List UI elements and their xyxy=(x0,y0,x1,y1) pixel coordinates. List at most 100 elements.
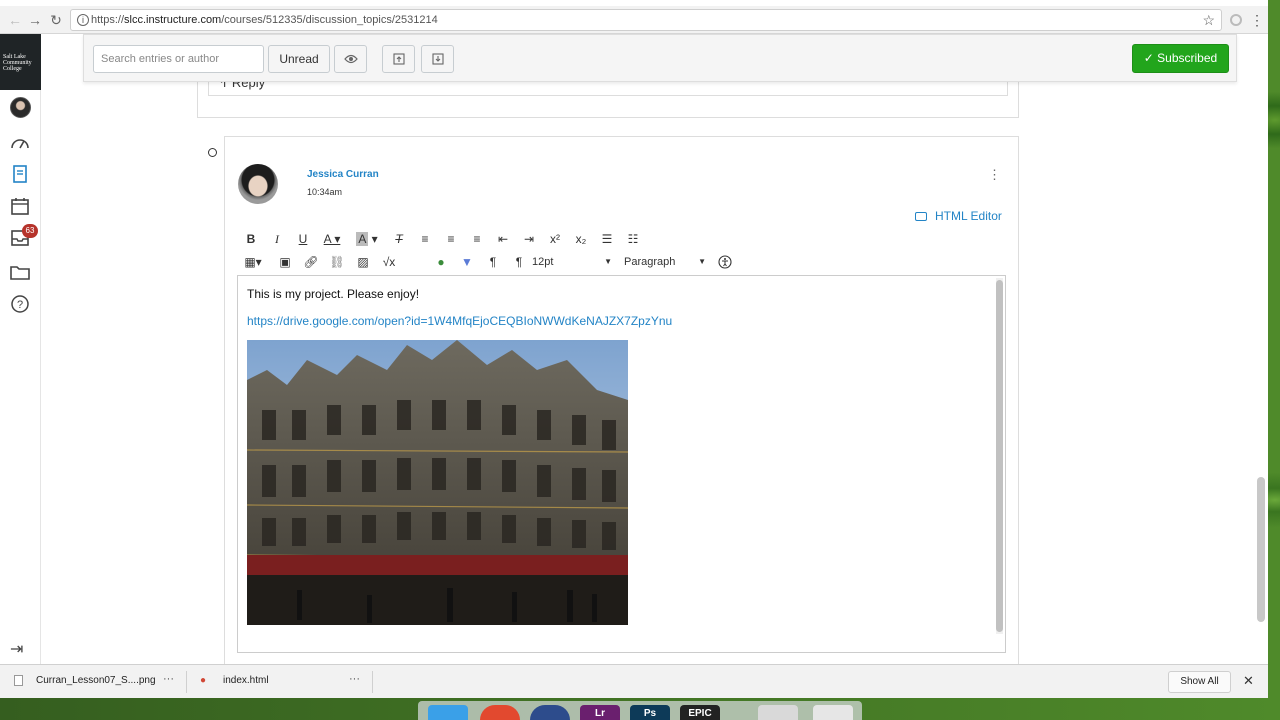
dropdown-app-icon[interactable]: ▼ xyxy=(459,252,475,272)
calendar-icon[interactable] xyxy=(8,194,32,218)
url-domain: slcc.instructure.com xyxy=(124,14,222,26)
align-left-icon[interactable]: ≡ xyxy=(417,229,433,249)
entry-body-text[interactable]: This is my project. Please enjoy! xyxy=(247,287,419,301)
numbered-list-icon[interactable]: ☷ xyxy=(625,229,641,249)
ltr-paragraph-icon[interactable]: ¶ xyxy=(485,252,501,272)
trash-icon[interactable] xyxy=(813,705,853,720)
download-item-png[interactable]: Curran_Lesson07_S....png xyxy=(36,675,156,686)
previous-entry: ↰ Reply xyxy=(197,82,1019,118)
page-scrollbar[interactable] xyxy=(1257,477,1265,622)
entry-options-icon[interactable]: ⋮ xyxy=(988,167,1001,183)
reply-label: Reply xyxy=(231,82,266,90)
download-shelf: Curran_Lesson07_S....png ··· ● index.htm… xyxy=(0,664,1268,698)
rtl-paragraph-icon[interactable]: ¶ xyxy=(511,252,527,272)
drive-link[interactable]: https://drive.google.com/open?id=1W4MfqE… xyxy=(247,314,672,328)
discussion-toolbar: Unread ✓ Subscribed xyxy=(83,34,1237,82)
align-center-icon[interactable]: ≡ xyxy=(443,229,459,249)
background-color-icon[interactable]: A ▾ xyxy=(354,229,380,249)
html-editor-toggle[interactable]: HTML Editor xyxy=(915,209,1002,223)
outdent-icon[interactable]: ⇤ xyxy=(495,229,511,249)
browser-menu-icon[interactable]: ⋮ xyxy=(1250,12,1264,29)
subscribed-button[interactable]: ✓ Subscribed xyxy=(1132,44,1229,73)
url-path: /courses/512335/discussion_topics/253121… xyxy=(221,14,438,26)
font-size-value: 12pt xyxy=(532,256,554,268)
address-bar: ← → ↻ i https://slcc.instructure.com/cou… xyxy=(0,6,1268,34)
eye-icon xyxy=(343,53,358,67)
editor-scrollbar[interactable] xyxy=(996,280,1003,632)
download-item-html[interactable]: index.html xyxy=(223,675,269,686)
finder-icon[interactable] xyxy=(428,705,468,720)
chrome-icon[interactable] xyxy=(480,705,520,720)
bulleted-list-icon[interactable]: ☰ xyxy=(599,229,615,249)
underline-icon[interactable]: U xyxy=(295,229,311,249)
document-stack-icon[interactable] xyxy=(758,705,798,720)
read-state-indicator[interactable] xyxy=(208,148,217,157)
reply-button[interactable]: ↰ Reply xyxy=(208,82,1008,96)
image-icon[interactable]: ▨ xyxy=(355,252,371,272)
apps-icon[interactable]: ● xyxy=(433,252,449,272)
extension-icon[interactable] xyxy=(1230,14,1242,26)
download-options-icon[interactable]: ··· xyxy=(163,673,174,685)
png-file-icon xyxy=(14,675,23,686)
html-editor-label: HTML Editor xyxy=(935,209,1002,223)
keyboard-icon xyxy=(915,212,927,222)
url-prefix: https:// xyxy=(91,14,125,26)
url-input[interactable]: i https://slcc.instructure.com/courses/5… xyxy=(70,9,1222,31)
grand-place-photo[interactable] xyxy=(247,340,628,625)
font-size-select[interactable]: 12pt ▼ xyxy=(532,252,612,272)
svg-text:?: ? xyxy=(17,299,23,311)
download-separator xyxy=(372,671,373,693)
chrome-file-icon: ● xyxy=(200,675,207,686)
browser-app-icon[interactable] xyxy=(530,705,570,720)
block-format-value: Paragraph xyxy=(624,256,676,268)
block-format-select[interactable]: Paragraph ▼ xyxy=(624,252,706,272)
align-right-icon[interactable]: ≡ xyxy=(469,229,485,249)
bold-icon[interactable]: B xyxy=(243,229,259,249)
lightroom-icon[interactable]: Lr xyxy=(580,705,620,720)
reload-icon[interactable]: ↻ xyxy=(47,11,65,29)
courses-icon[interactable] xyxy=(8,162,32,186)
clear-formatting-icon[interactable]: T xyxy=(391,229,407,249)
block-format-caret-icon: ▼ xyxy=(698,257,706,266)
discussion-entry: Jessica Curran 10:34am ⋮ HTML Editor B I… xyxy=(224,136,1019,664)
close-shelf-icon[interactable]: ✕ xyxy=(1243,673,1254,689)
download-options-icon[interactable]: ··· xyxy=(349,673,360,685)
back-arrow-icon[interactable]: ← xyxy=(6,11,24,29)
show-unread-toggle[interactable] xyxy=(334,45,367,73)
link-icon[interactable]: 🔗︎ xyxy=(303,252,319,272)
url-text: https://slcc.instructure.com/courses/512… xyxy=(91,14,438,26)
account-avatar[interactable] xyxy=(10,97,31,118)
show-all-downloads-button[interactable]: Show All xyxy=(1168,671,1231,693)
forward-arrow-icon[interactable]: → xyxy=(26,11,44,29)
search-entries-input[interactable] xyxy=(93,45,264,73)
font-size-caret-icon: ▼ xyxy=(604,257,612,266)
accessibility-checker-icon[interactable] xyxy=(717,252,733,272)
equation-icon[interactable]: √x xyxy=(381,252,397,272)
rich-text-editor[interactable]: This is my project. Please enjoy! https:… xyxy=(237,275,1006,653)
author-name[interactable]: Jessica Curran xyxy=(307,169,379,180)
unread-filter-button[interactable]: Unread xyxy=(268,45,330,73)
italic-icon[interactable]: I xyxy=(269,229,285,249)
folder-icon[interactable] xyxy=(8,260,32,284)
indent-icon[interactable]: ⇥ xyxy=(521,229,537,249)
text-color-icon[interactable]: A ▾ xyxy=(319,229,345,249)
collapse-nav-icon[interactable]: ⇥ xyxy=(10,639,23,659)
inbox-unread-badge: 63 xyxy=(22,224,38,238)
media-icon[interactable]: ▣ xyxy=(277,252,293,272)
bookmark-star-icon[interactable]: ☆ xyxy=(1202,12,1215,29)
subscript-icon[interactable]: x₂ xyxy=(573,229,589,249)
epic-app-icon[interactable]: EPIC xyxy=(680,705,720,720)
info-icon[interactable]: i xyxy=(77,14,89,26)
photoshop-icon[interactable]: Ps xyxy=(630,705,670,720)
expand-replies-button[interactable] xyxy=(421,45,454,73)
dashboard-icon[interactable] xyxy=(8,130,32,154)
author-avatar[interactable] xyxy=(238,164,278,204)
rich-text-toolbar: B I U A ▾ A ▾ T ≡ ≡ ≡ ⇤ ⇥ x² x₂ ☰ ☷ ▦▾ ▣… xyxy=(239,227,1009,271)
superscript-icon[interactable]: x² xyxy=(547,229,563,249)
table-icon[interactable]: ▦▾ xyxy=(241,252,265,272)
college-logo[interactable]: Salt Lake Community College xyxy=(0,34,41,90)
unlink-icon[interactable]: ⛓︎ xyxy=(329,252,345,272)
help-icon[interactable]: ? xyxy=(8,292,32,316)
browser-window: ← → ↻ i https://slcc.instructure.com/cou… xyxy=(0,0,1268,698)
collapse-replies-button[interactable] xyxy=(382,45,415,73)
